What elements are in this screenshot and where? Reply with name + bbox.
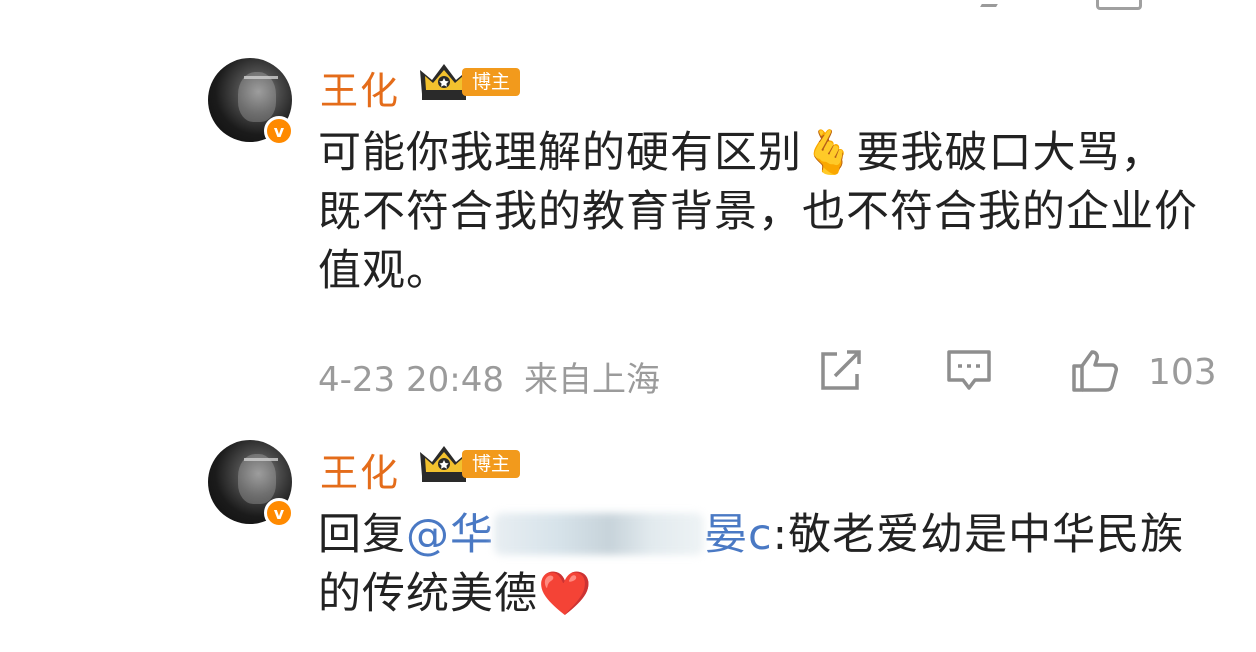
like-count: 103 (1148, 352, 1217, 393)
blurred-username (494, 513, 704, 555)
author-badge: 博主 (462, 450, 521, 478)
share-icon[interactable] (817, 348, 865, 392)
thumb-up-icon[interactable] (1070, 348, 1118, 392)
location: 来自上海 (523, 360, 660, 400)
mention-end: 晏c (704, 510, 773, 560)
timestamp: 4-23 20:48 (318, 360, 504, 400)
comment-text: 可能你我理解的硬有区别🫰要我破口大骂，既不符合我的教育背景，也不符合我的企业价值… (318, 124, 1198, 301)
avatar-glasses (244, 458, 278, 471)
author-name[interactable]: 王化 (320, 60, 400, 115)
comment-text-part: 可能你我理解的硬有区别 (318, 128, 802, 178)
verified-badge-icon: v (264, 498, 294, 528)
cropped-button-top (1096, 0, 1142, 10)
pinch-hand-emoji: 🫰 (802, 128, 857, 178)
comment-icon[interactable] (945, 348, 993, 392)
verified-badge-icon: v (264, 116, 294, 146)
avatar[interactable]: v (208, 440, 294, 528)
comment-meta: 4-23 20:48 来自上海 (318, 352, 660, 401)
cropped-icon-top (980, 0, 1006, 7)
mention-start: @华 (406, 510, 494, 560)
heart-emoji: ❤️ (538, 569, 593, 619)
mention-link[interactable]: @华 晏c (406, 510, 773, 560)
author-badge: 博主 (462, 68, 521, 96)
avatar-glasses (244, 76, 278, 89)
comment-text: 回复@华 晏c:敬老爱幼是中华民族的传统美德❤️ (318, 506, 1198, 624)
reply-prefix: 回复 (318, 510, 406, 560)
author-name[interactable]: 王化 (320, 442, 400, 497)
avatar[interactable]: v (208, 58, 294, 146)
